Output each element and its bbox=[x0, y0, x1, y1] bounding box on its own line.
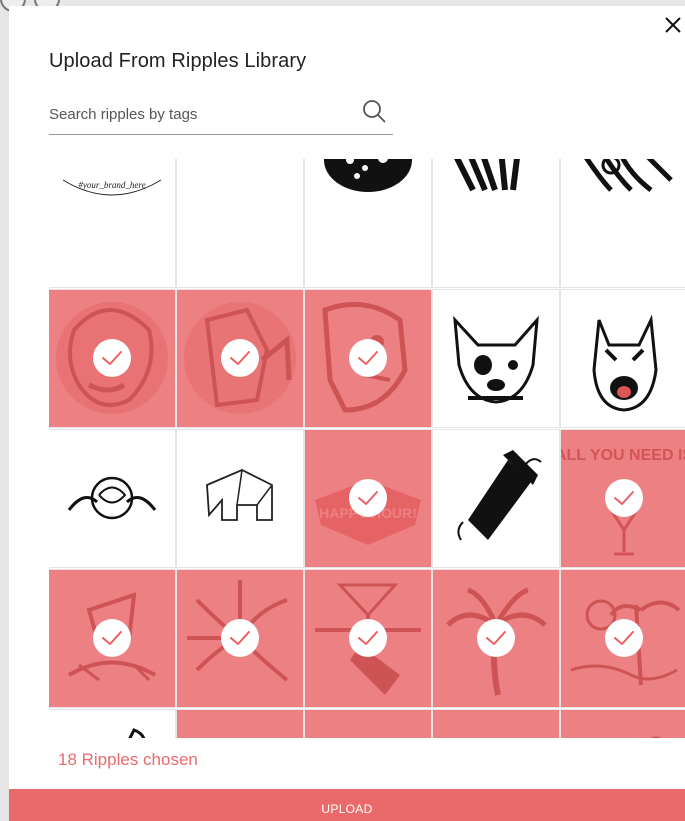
all-you-need-text: ALL YOU NEED IS bbox=[561, 447, 685, 464]
ripple-image bbox=[584, 159, 673, 192]
ripple-tile-striped-shirt[interactable] bbox=[432, 159, 560, 288]
check-icon bbox=[349, 479, 387, 517]
ripple-tile-stole-my-look[interactable]: STOLE MY LOOK bbox=[176, 709, 304, 738]
check-icon bbox=[605, 479, 643, 517]
ripple-tile-man-hand-face[interactable] bbox=[176, 289, 304, 428]
ripple-tile-tropical-drink-island[interactable] bbox=[49, 569, 176, 708]
ripples-grid: #your_brand_here HAPPY HOUR!✦ ALL YOU NEED… bbox=[49, 159, 685, 738]
ripple-image bbox=[433, 710, 559, 738]
search-icon[interactable] bbox=[361, 98, 387, 124]
ripple-tile-martini-glass[interactable] bbox=[560, 709, 685, 738]
ripple-tile-origami-elephant[interactable] bbox=[176, 429, 304, 568]
ripple-image bbox=[67, 476, 157, 520]
check-icon bbox=[93, 339, 131, 377]
check-icon bbox=[605, 619, 643, 657]
ripple-tile-cocktail-shaker[interactable] bbox=[432, 429, 560, 568]
ripple-image: #your_brand_here bbox=[62, 179, 162, 196]
ripple-image bbox=[457, 450, 542, 541]
check-icon bbox=[93, 619, 131, 657]
ripple-tile-husky-dog[interactable] bbox=[560, 289, 685, 428]
ripple-tile-keith-haring-dancers[interactable] bbox=[432, 709, 560, 738]
ripple-tile-cocktail-pour[interactable] bbox=[304, 569, 432, 708]
ripple-tile-halftone-circle[interactable] bbox=[304, 159, 432, 288]
ripple-image bbox=[592, 314, 658, 412]
chosen-count: 18 Ripples chosen bbox=[58, 750, 198, 769]
check-icon bbox=[349, 339, 387, 377]
check-icon bbox=[477, 619, 515, 657]
modal-title: Upload From Ripples Library bbox=[49, 50, 307, 72]
check-icon bbox=[349, 619, 387, 657]
ripple-tile-drinking-woman[interactable] bbox=[304, 709, 432, 738]
ripple-tile-palm-tree[interactable] bbox=[432, 569, 560, 708]
ripple-tile-woman-popart[interactable] bbox=[49, 289, 176, 428]
search-field bbox=[49, 92, 393, 135]
check-icon bbox=[221, 619, 259, 657]
ripple-image bbox=[454, 159, 520, 192]
ripple-image: LADIES NIGHT bbox=[128, 728, 146, 738]
upload-button[interactable]: UPLOAD bbox=[9, 789, 685, 821]
ripple-tile-man-profile-popart[interactable] bbox=[304, 289, 432, 428]
ripple-tile-happy-hour-badge[interactable]: HAPPY HOUR! ✦ bbox=[304, 429, 432, 568]
ripple-tile-ladies-night[interactable]: LADIES NIGHT bbox=[49, 709, 176, 738]
ripple-tile-zebra-woman[interactable] bbox=[560, 159, 685, 288]
search-input[interactable] bbox=[49, 100, 349, 128]
ripple-image bbox=[206, 469, 273, 521]
ripple-image bbox=[305, 710, 431, 738]
ripples-grid-viewport[interactable]: #your_brand_here HAPPY HOUR!✦ ALL YOU NEED… bbox=[49, 159, 685, 738]
ripple-tile-french-bulldog[interactable] bbox=[432, 289, 560, 428]
ripple-tile-beach-sunset[interactable] bbox=[560, 569, 685, 708]
ripple-tile-rose-leaves[interactable] bbox=[49, 429, 176, 568]
svg-text:✦: ✦ bbox=[363, 454, 373, 468]
check-icon bbox=[221, 339, 259, 377]
brand-here-text: #your_brand_here bbox=[78, 180, 145, 190]
ripple-image bbox=[324, 159, 412, 192]
upload-modal: Upload From Ripples Library #your_brand_… bbox=[9, 6, 685, 821]
close-icon[interactable] bbox=[662, 14, 684, 36]
ripple-image bbox=[453, 315, 539, 404]
ripple-tile-all-you-need-is[interactable]: ALL YOU NEED IS bbox=[560, 429, 685, 568]
ripple-image bbox=[650, 736, 662, 738]
ripple-image bbox=[177, 159, 303, 287]
ripple-tile-brand-here-circle[interactable]: #your_brand_here bbox=[49, 159, 176, 288]
ripple-image: STOLE MY LOOK bbox=[177, 710, 303, 738]
ripple-tile-palm-leaves[interactable] bbox=[176, 569, 304, 708]
ripple-tile-blank-tile[interactable] bbox=[176, 159, 304, 288]
